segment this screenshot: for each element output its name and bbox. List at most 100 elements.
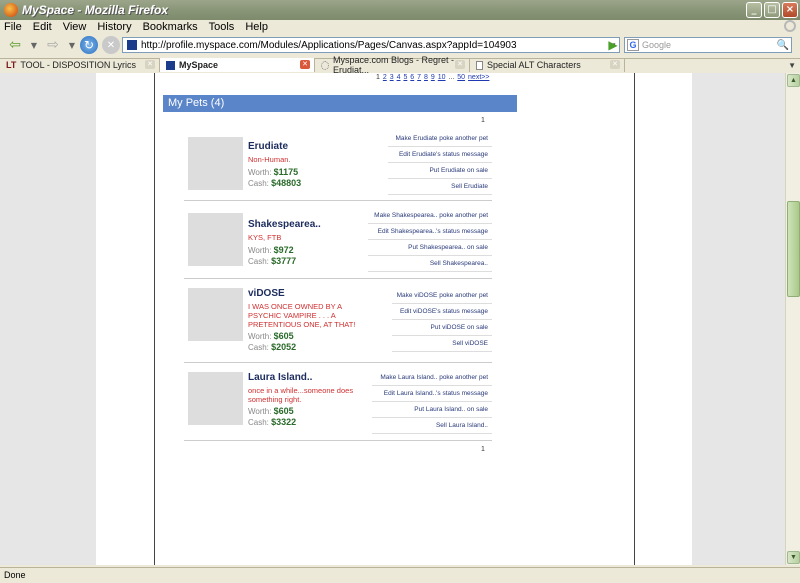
tab-close-icon[interactable]: ✕ — [145, 60, 155, 69]
tab-close-icon[interactable]: ✕ — [455, 60, 465, 69]
search-engine-icon[interactable]: G — [627, 39, 639, 51]
pet-photo[interactable] — [188, 288, 243, 341]
edit-status-action-link[interactable]: Edit Erudiate's status message — [388, 147, 492, 163]
search-box[interactable]: G Google 🔍 — [624, 37, 792, 53]
pet-actions: Make Shakespearea.. poke another pet Edi… — [368, 208, 492, 272]
sell-action-link[interactable]: Sell Erudiate — [388, 179, 492, 195]
pet-worth: Worth: $1175 — [248, 167, 368, 178]
poke-action-link[interactable]: Make Laura Island.. poke another pet — [372, 370, 492, 386]
cash-value: $2052 — [271, 342, 297, 352]
cash-value: $3322 — [271, 417, 297, 427]
page-link[interactable]: 5 — [403, 74, 407, 81]
worth-value: $605 — [273, 406, 294, 416]
cash-label: Cash: — [248, 343, 269, 352]
sell-action-link[interactable]: Sell Shakespearea.. — [368, 256, 492, 272]
close-window-button[interactable]: × — [782, 2, 798, 18]
page-link[interactable]: 3 — [390, 74, 394, 81]
reload-button[interactable]: ↻ — [80, 36, 98, 54]
tab-label: Myspace.com Blogs - Regret - Erudiat... — [332, 55, 455, 75]
search-icon[interactable]: 🔍 — [777, 40, 789, 51]
pet-card-laura-island: Laura Island.. once in a while...someone… — [184, 364, 492, 441]
tab-label: TOOL - DISPOSITION Lyrics — [20, 60, 137, 70]
cash-label: Cash: — [248, 179, 269, 188]
search-placeholder[interactable]: Google — [642, 40, 671, 50]
pet-info: Erudiate Non-Human. Worth: $1175 Cash: $… — [248, 141, 368, 189]
menu-history[interactable]: History — [97, 21, 131, 33]
next-page-link[interactable]: next>> — [468, 74, 489, 81]
my-pets-header: My Pets (4) — [163, 95, 517, 112]
page-link[interactable]: 9 — [431, 74, 435, 81]
menu-help[interactable]: Help — [245, 21, 268, 33]
worth-value: $1175 — [273, 167, 299, 177]
menu-bookmarks[interactable]: Bookmarks — [143, 21, 198, 33]
edit-status-action-link[interactable]: Edit Shakespearea..'s status message — [368, 224, 492, 240]
pet-card-vidose: viDOSE I WAS ONCE OWNED BY A PSYCHIC VAM… — [184, 280, 492, 363]
tab-bar: LT TOOL - DISPOSITION Lyrics ✕ MySpace ✕… — [0, 55, 800, 75]
worth-label: Worth: — [248, 407, 272, 416]
pet-info: Shakespearea.. KYS, FTB Worth: $972 Cash… — [248, 219, 368, 267]
menu-file[interactable]: File — [4, 21, 22, 33]
content-border-left — [154, 73, 155, 565]
pet-name[interactable]: viDOSE — [248, 288, 368, 299]
tab-list-dropdown[interactable]: ▼ — [788, 61, 796, 70]
stop-button[interactable]: ✕ — [102, 36, 120, 54]
scroll-up-button[interactable]: ▲ — [787, 74, 800, 87]
edit-status-action-link[interactable]: Edit viDOSE's status message — [392, 304, 492, 320]
pet-cash: Cash: $2052 — [248, 342, 368, 353]
worth-label: Worth: — [248, 246, 272, 255]
menu-edit[interactable]: Edit — [33, 21, 52, 33]
scroll-down-button[interactable]: ▼ — [787, 551, 800, 564]
tab-disposition-lyrics[interactable]: LT TOOL - DISPOSITION Lyrics ✕ — [0, 58, 160, 72]
content-border-right — [634, 73, 635, 565]
page-link[interactable]: 1 — [376, 74, 380, 81]
pet-photo[interactable] — [188, 137, 243, 190]
page-link[interactable]: 8 — [424, 74, 428, 81]
pet-photo[interactable] — [188, 213, 243, 266]
url-text[interactable]: http://profile.myspace.com/Modules/Appli… — [141, 40, 517, 51]
edit-status-action-link[interactable]: Edit Laura Island..'s status message — [372, 386, 492, 402]
menu-tools[interactable]: Tools — [209, 21, 235, 33]
put-on-sale-action-link[interactable]: Put Shakespearea.. on sale — [368, 240, 492, 256]
poke-action-link[interactable]: Make viDOSE poke another pet — [392, 288, 492, 304]
tab-myspace-blogs[interactable]: Myspace.com Blogs - Regret - Erudiat... … — [315, 55, 470, 75]
vertical-scrollbar[interactable]: ▲ ▼ — [785, 73, 800, 565]
poke-action-link[interactable]: Make Shakespearea.. poke another pet — [368, 208, 492, 224]
url-bar[interactable]: http://profile.myspace.com/Modules/Appli… — [122, 37, 620, 53]
page-link[interactable]: 6 — [410, 74, 414, 81]
page-link[interactable]: 2 — [383, 74, 387, 81]
tab-myspace[interactable]: MySpace ✕ — [160, 58, 315, 72]
page-link[interactable]: 10 — [438, 74, 446, 81]
tab-close-icon[interactable]: ✕ — [610, 60, 620, 69]
forward-history-dropdown[interactable]: ▼ — [68, 36, 76, 54]
go-button[interactable]: ▶ — [606, 38, 620, 52]
tab-special-alt-characters[interactable]: Special ALT Characters ✕ — [470, 58, 625, 72]
scrollbar-thumb[interactable] — [787, 201, 800, 297]
tab-label: MySpace — [179, 60, 219, 70]
page-link[interactable]: 7 — [417, 74, 421, 81]
pagination: 1 2 3 4 5 6 7 8 9 10 ... 50 next>> — [376, 74, 490, 81]
minimize-button[interactable]: _ — [746, 2, 762, 18]
put-on-sale-action-link[interactable]: Put viDOSE on sale — [392, 320, 492, 336]
pet-photo[interactable] — [188, 372, 243, 425]
pet-name[interactable]: Erudiate — [248, 141, 368, 152]
page-link[interactable]: 4 — [397, 74, 401, 81]
tab-close-icon[interactable]: ✕ — [300, 60, 310, 69]
status-bar: Done — [0, 567, 800, 583]
pet-name[interactable]: Laura Island.. — [248, 372, 368, 383]
worth-label: Worth: — [248, 168, 272, 177]
window-title: MySpace - Mozilla Firefox — [22, 3, 169, 17]
sell-action-link[interactable]: Sell viDOSE — [392, 336, 492, 352]
sell-action-link[interactable]: Sell Laura Island.. — [372, 418, 492, 434]
back-button[interactable]: ⇦ — [4, 36, 26, 54]
page-link[interactable]: 50 — [457, 74, 465, 81]
forward-button[interactable]: ⇨ — [42, 36, 64, 54]
menu-view[interactable]: View — [63, 21, 87, 33]
poke-action-link[interactable]: Make Erudiate poke another pet — [388, 131, 492, 147]
back-history-dropdown[interactable]: ▼ — [30, 36, 38, 54]
put-on-sale-action-link[interactable]: Put Erudiate on sale — [388, 163, 492, 179]
put-on-sale-action-link[interactable]: Put Laura Island.. on sale — [372, 402, 492, 418]
top-page-number: 1 — [481, 117, 485, 124]
pet-name[interactable]: Shakespearea.. — [248, 219, 368, 230]
maximize-button[interactable]: □ — [764, 2, 780, 18]
pet-actions: Make Laura Island.. poke another pet Edi… — [372, 370, 492, 434]
